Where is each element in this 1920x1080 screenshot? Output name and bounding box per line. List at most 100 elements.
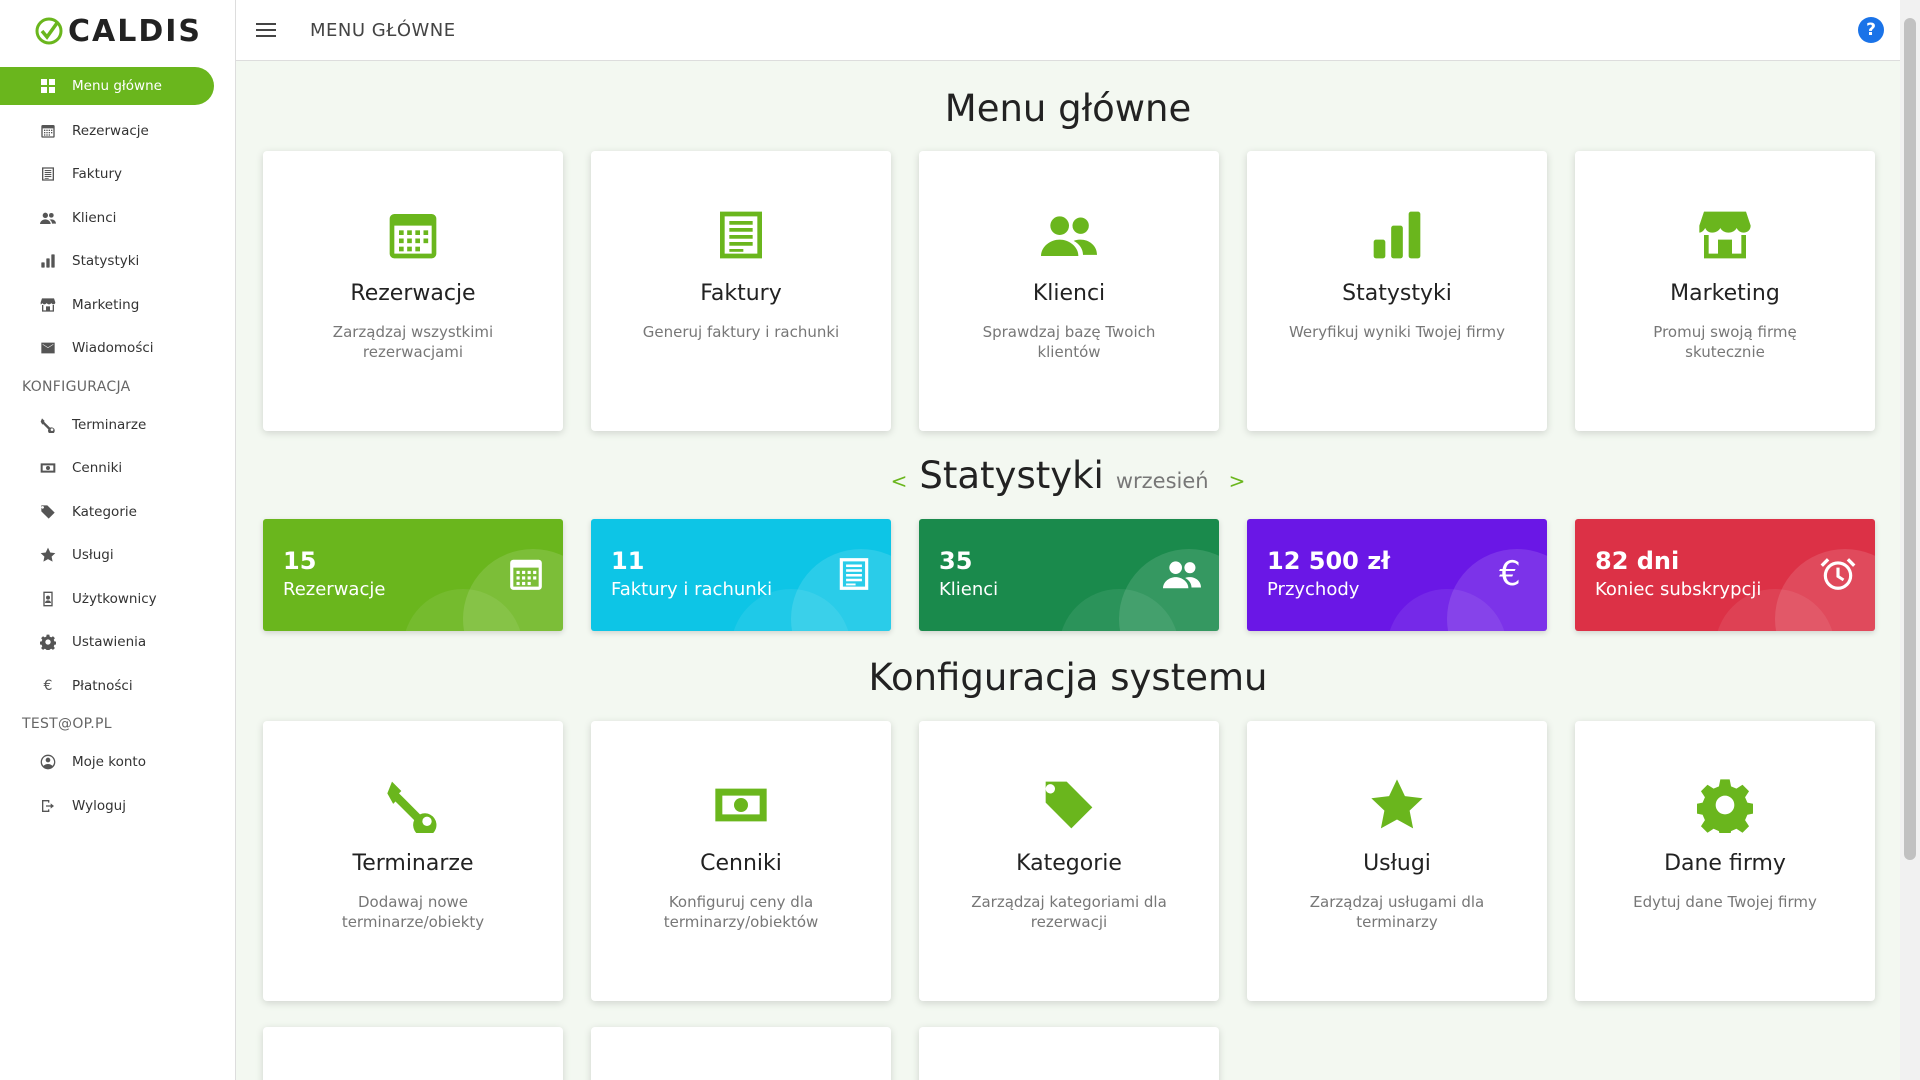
sidebar-item-wyloguj[interactable]: Wyloguj: [0, 784, 235, 828]
card-title: Terminarze: [352, 851, 474, 876]
card-rezerwacje[interactable]: Rezerwacje Zarządzaj wszystkimi rezerwacj…: [263, 151, 563, 431]
stat-card-przychody[interactable]: 12 500 zł Przychody €: [1247, 519, 1547, 631]
invoice-icon: [591, 205, 891, 265]
grid-icon: [40, 78, 56, 94]
card-title: Klienci: [1032, 281, 1106, 306]
users-icon: [40, 210, 56, 226]
sidebar-item-statystyki[interactable]: Statystyki: [0, 240, 235, 284]
sidebar-item-wiadomosci[interactable]: Wiadomości: [0, 327, 235, 371]
stat-label: Klienci: [939, 579, 999, 600]
stat-card-koniec-subskrypcji[interactable]: 82 dni Koniec subskrypcji: [1575, 519, 1875, 631]
more-cards: [263, 1027, 1219, 1080]
help-icon[interactable]: ?: [1858, 17, 1884, 43]
store-icon: [1575, 205, 1875, 265]
users-icon: [1163, 555, 1201, 593]
bar-chart-icon: [1247, 205, 1547, 265]
card-title: Kategorie: [1016, 851, 1122, 876]
logo[interactable]: CALDIS: [0, 0, 235, 62]
stat-value: 15: [283, 547, 317, 575]
users-icon: [919, 205, 1219, 265]
partial-card[interactable]: [591, 1027, 891, 1080]
sidebar-item-label: Wyloguj: [72, 797, 126, 814]
bar-chart-icon: [40, 253, 56, 269]
sidebar-item-label: Statystyki: [72, 253, 140, 270]
alarm-icon: [1819, 555, 1857, 593]
partial-card[interactable]: [919, 1027, 1219, 1080]
stat-label: Rezerwacje: [283, 579, 386, 600]
stat-card-klienci[interactable]: 35 Klienci: [919, 519, 1219, 631]
sidebar-item-kategorie[interactable]: Kategorie: [0, 490, 235, 534]
sidebar-item-menu-glowne[interactable]: Menu główne: [0, 67, 214, 105]
card-title: Statystyki: [1342, 281, 1452, 306]
sidebar-item-faktury[interactable]: Faktury: [0, 153, 235, 197]
sidebar-item-label: Ustawienia: [72, 634, 147, 651]
card-description: Generuj faktury i rachunki: [642, 323, 840, 341]
card-klienci[interactable]: Klienci Sprawdzaj bazę Twoich klientów: [919, 151, 1219, 431]
card-description: Edytuj dane Twojej firmy: [1633, 893, 1817, 911]
scrollbar-thumb[interactable]: [1904, 18, 1916, 860]
card-description: Zarządzaj kategoriami dla rezerwacji: [971, 893, 1167, 931]
sidebar-item-klienci[interactable]: Klienci: [0, 196, 235, 240]
sidebar-item-ustawienia[interactable]: Ustawienia: [0, 621, 235, 665]
hamburger-menu-icon[interactable]: [256, 19, 276, 41]
stat-value: 35: [939, 547, 973, 575]
stat-cards: 15 Rezerwacje 11 Faktury i rachunki 35 Klienc…: [263, 519, 1875, 631]
tag-icon: [40, 504, 56, 520]
invoice-icon: [835, 555, 873, 593]
sidebar-item-terminarze[interactable]: Terminarze: [0, 403, 235, 447]
stat-value: 82 dni: [1595, 547, 1680, 575]
card-title: Dane firmy: [1664, 851, 1786, 876]
sidebar-item-platnosci[interactable]: € Płatności: [0, 664, 235, 708]
sidebar-item-cenniki[interactable]: Cenniki: [0, 447, 235, 491]
card-terminarze[interactable]: Terminarze Dodawaj nowe terminarze/obiekt…: [263, 721, 563, 1001]
calendar-icon: [507, 555, 545, 593]
sidebar-item-label: Wiadomości: [72, 340, 154, 357]
card-cenniki[interactable]: Cenniki Konfiguruj ceny dla terminarzy/ob…: [591, 721, 891, 1001]
check-logo-icon: [35, 17, 63, 45]
card-dane-firmy[interactable]: Dane firmy Edytuj dane Twojej firmy: [1575, 721, 1875, 1001]
card-description: Sprawdzaj bazę Twoich klientów: [982, 323, 1156, 361]
sidebar-item-uslugi[interactable]: Usługi: [0, 534, 235, 578]
sidebar-item-label: Rezerwacje: [72, 122, 149, 139]
section-konfiguracja: KONFIGURACJA: [22, 378, 131, 395]
card-title: Faktury: [700, 281, 782, 306]
calendar-icon: [40, 123, 56, 139]
page-header-title: MENU GŁÓWNE: [310, 19, 456, 41]
sidebar-item-label: Marketing: [72, 296, 140, 313]
sidebar-item-uzytkownicy[interactable]: Użytkownicy: [0, 577, 235, 621]
card-description: Weryfikuj wyniki Twojej firmy: [1288, 323, 1506, 341]
sidebar-item-label: Kategorie: [72, 503, 137, 520]
euro-icon: €: [43, 677, 53, 694]
stat-card-faktury-i-rachunki[interactable]: 11 Faktury i rachunki: [591, 519, 891, 631]
gear-icon: [1575, 775, 1875, 835]
config-title: Konfiguracja systemu: [868, 656, 1268, 699]
sidebar-item-rezerwacje[interactable]: Rezerwacje: [0, 109, 235, 153]
sidebar-item-label: Płatności: [72, 677, 133, 694]
stat-card-rezerwacje[interactable]: 15 Rezerwacje: [263, 519, 563, 631]
section-account: TEST@OP.PL: [22, 716, 112, 732]
main-content: Menu główne Rezerwacje Zarządzaj wszystki…: [236, 61, 1900, 1080]
card-description: Zarządzaj usługami dla terminarzy: [1309, 893, 1485, 931]
invoice-icon: [40, 166, 56, 182]
scrollbar[interactable]: [1900, 0, 1920, 1080]
partial-card[interactable]: [263, 1027, 563, 1080]
sidebar-item-moje-konto[interactable]: Moje konto: [0, 741, 235, 785]
tag-icon: [919, 775, 1219, 835]
card-marketing[interactable]: Marketing Promuj swoją firmę skutecznie: [1575, 151, 1875, 431]
stat-label: Przychody: [1267, 579, 1360, 600]
gear-icon: [40, 634, 56, 650]
card-kategorie[interactable]: Kategorie Zarządzaj kategoriami dla rezer…: [919, 721, 1219, 1001]
stat-value: 11: [611, 547, 645, 575]
card-faktury[interactable]: Faktury Generuj faktury i rachunki: [591, 151, 891, 431]
card-statystyki[interactable]: Statystyki Weryfikuj wyniki Twojej firmy: [1247, 151, 1547, 431]
prev-month-button[interactable]: <: [891, 469, 908, 493]
card-title: Marketing: [1670, 281, 1780, 306]
logout-icon: [40, 798, 56, 814]
next-month-button[interactable]: >: [1229, 469, 1246, 493]
sidebar-item-label: Menu główne: [72, 78, 162, 94]
money-icon: [40, 460, 56, 476]
sidebar-item-label: Moje konto: [72, 754, 146, 771]
sidebar-item-marketing[interactable]: Marketing: [0, 283, 235, 327]
card-uslugi[interactable]: Usługi Zarządzaj usługami dla terminarzy: [1247, 721, 1547, 1001]
star-icon: [1247, 775, 1547, 835]
